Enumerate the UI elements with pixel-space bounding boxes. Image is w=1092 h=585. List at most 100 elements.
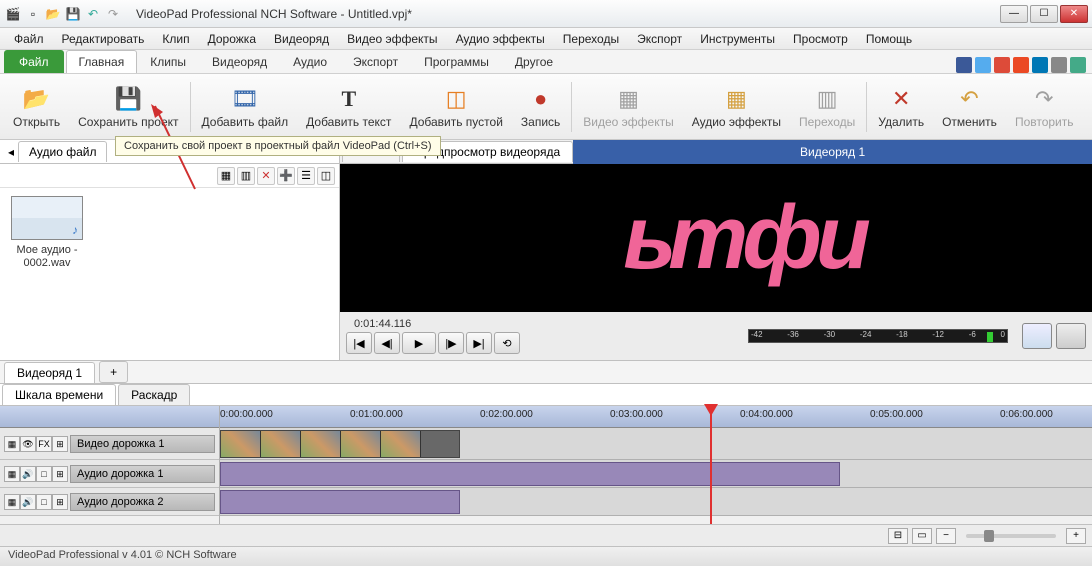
goto-end-button[interactable]: ▶| [466,332,492,354]
bin-delete-icon[interactable]: ✕ [257,167,275,185]
bin-area[interactable]: Мое аудио - 0002.wav [0,188,339,360]
social-icons [956,57,1092,73]
bin-toolbar: ▦ ▥ ✕ ➕ ☰ ◫ [0,164,339,188]
play-button[interactable]: ▶ [402,332,436,354]
google-icon[interactable] [994,57,1010,73]
ribbon-tab-main[interactable]: Главная [66,50,138,73]
audio-track-2-header[interactable]: ▦🔊□⊞ Аудио дорожка 2 [0,488,219,516]
step-fwd-button[interactable]: |▶ [438,332,464,354]
linkedin-icon[interactable] [1032,57,1048,73]
audio-track-1-header[interactable]: ▦🔊□⊞ Аудио дорожка 1 [0,460,219,488]
video-track-lane[interactable] [220,428,1092,460]
ribbon-tab-other[interactable]: Другое [502,50,566,73]
audio-track-2-lane[interactable] [220,488,1092,516]
menu-edit[interactable]: Редактировать [54,30,153,48]
menu-audio-effects[interactable]: Аудио эффекты [448,30,553,48]
video-track-header[interactable]: ▦👁FX⊞ Видео дорожка 1 [0,428,219,460]
bin-list-icon[interactable]: ☰ [297,167,315,185]
qat-undo-icon[interactable]: ↶ [84,5,102,23]
audio-clip-2[interactable] [220,490,460,514]
track-btn-a4[interactable]: ⊞ [52,466,68,482]
facebook-icon[interactable] [956,57,972,73]
stumble-icon[interactable] [1013,57,1029,73]
track-btn-3[interactable]: FX [36,436,52,452]
open-button[interactable]: 📂Открыть [4,77,69,137]
qat-new-icon[interactable]: ▫ [24,5,42,23]
ribbon: 📂Открыть 💾Сохранить проект 🎞Добавить фай… [0,74,1092,140]
record-button[interactable]: ●Запись [512,77,569,137]
add-file-button[interactable]: 🎞Добавить файл [193,77,298,137]
save-project-button[interactable]: 💾Сохранить проект [69,77,187,137]
undo-icon: ↶ [956,85,984,113]
qat-redo-icon[interactable]: ↷ [104,5,122,23]
ribbon-tab-clips[interactable]: Клипы [137,50,199,73]
audio-track-1-lane[interactable] [220,460,1092,488]
track-eye-icon[interactable]: 👁 [20,436,36,452]
help-icon[interactable] [1070,57,1086,73]
track-btn-a1[interactable]: ▦ [4,466,20,482]
track-btn-a3[interactable]: □ [36,466,52,482]
add-text-button[interactable]: TДобавить текст [297,77,400,137]
ribbon-tab-programs[interactable]: Программы [411,50,502,73]
menu-export[interactable]: Экспорт [629,30,690,48]
step-back-button[interactable]: ◀| [374,332,400,354]
redo-label: Повторить [1015,115,1074,129]
zoom-fit-button[interactable]: ⊟ [888,528,908,544]
redo-button: ↷Повторить [1006,77,1083,137]
minimize-button[interactable]: — [1000,5,1028,23]
bin-tab-audio[interactable]: Аудио файл [18,141,107,162]
menu-clip[interactable]: Клип [154,30,197,48]
qat-open-icon[interactable]: 📂 [44,5,62,23]
ribbon-tab-sequence[interactable]: Видеоряд [199,50,280,73]
delete-button[interactable]: ✕Удалить [869,77,933,137]
track-mute-icon[interactable]: 🔊 [20,466,36,482]
bin-tool-2[interactable]: ▥ [237,167,255,185]
menu-video-effects[interactable]: Видео эффекты [339,30,445,48]
ribbon-tab-file[interactable]: Файл [4,50,64,73]
audio-clip-1[interactable] [220,462,840,486]
bin-add-icon[interactable]: ➕ [277,167,295,185]
dual-preview-button[interactable] [1022,323,1052,349]
zoom-in-button[interactable]: + [1066,528,1086,544]
open-label: Открыть [13,115,60,129]
bin-tool-1[interactable]: ▦ [217,167,235,185]
menu-sequence[interactable]: Видеоряд [266,30,337,48]
menu-track[interactable]: Дорожка [200,30,264,48]
save-tooltip: Сохранить свой проект в проектный файл V… [115,136,441,156]
menu-view[interactable]: Просмотр [785,30,856,48]
add-sequence-button[interactable]: + [99,361,128,383]
undo-button[interactable]: ↶Отменить [933,77,1006,137]
timeline-seq-tab[interactable]: Видеоряд 1 [4,362,95,383]
ribbon-tab-export[interactable]: Экспорт [340,50,411,73]
qat-save-icon[interactable]: 💾 [64,5,82,23]
menu-transitions[interactable]: Переходы [555,30,627,48]
audio-clip-item[interactable]: Мое аудио - 0002.wav [8,196,86,352]
snapshot-button[interactable] [1056,323,1086,349]
zoom-out-button[interactable]: − [936,528,956,544]
playhead[interactable] [710,406,712,524]
delete-label: Удалить [878,115,924,129]
close-button[interactable]: ✕ [1060,5,1088,23]
menu-file[interactable]: Файл [6,30,52,48]
ribbon-tab-audio[interactable]: Аудио [280,50,340,73]
goto-start-button[interactable]: |◀ [346,332,372,354]
timeline-view-storyboard[interactable]: Раскадр [118,384,190,405]
settings-icon[interactable] [1051,57,1067,73]
loop-button[interactable]: ⟲ [494,332,520,354]
add-blank-button[interactable]: ◫Добавить пустой [400,77,511,137]
zoom-btn-2[interactable]: ▭ [912,528,932,544]
timeline-tracks[interactable]: 0:00:00.000 0:01:00.000 0:02:00.000 0:03… [220,406,1092,524]
timeline-view-timeline[interactable]: Шкала времени [2,384,116,405]
bin-tool-6[interactable]: ◫ [317,167,335,185]
video-clip[interactable] [220,430,460,458]
audio-effects-button[interactable]: ▦Аудио эффекты [683,77,790,137]
maximize-button[interactable]: ☐ [1030,5,1058,23]
twitter-icon[interactable] [975,57,991,73]
menu-tools[interactable]: Инструменты [692,30,783,48]
timeline-ruler[interactable]: 0:00:00.000 0:01:00.000 0:02:00.000 0:03… [220,406,1092,428]
zoom-slider[interactable] [966,534,1056,538]
menu-help[interactable]: Помощь [858,30,920,48]
track-btn-4[interactable]: ⊞ [52,436,68,452]
audio-track-1-name: Аудио дорожка 1 [70,465,215,483]
track-btn-1[interactable]: ▦ [4,436,20,452]
